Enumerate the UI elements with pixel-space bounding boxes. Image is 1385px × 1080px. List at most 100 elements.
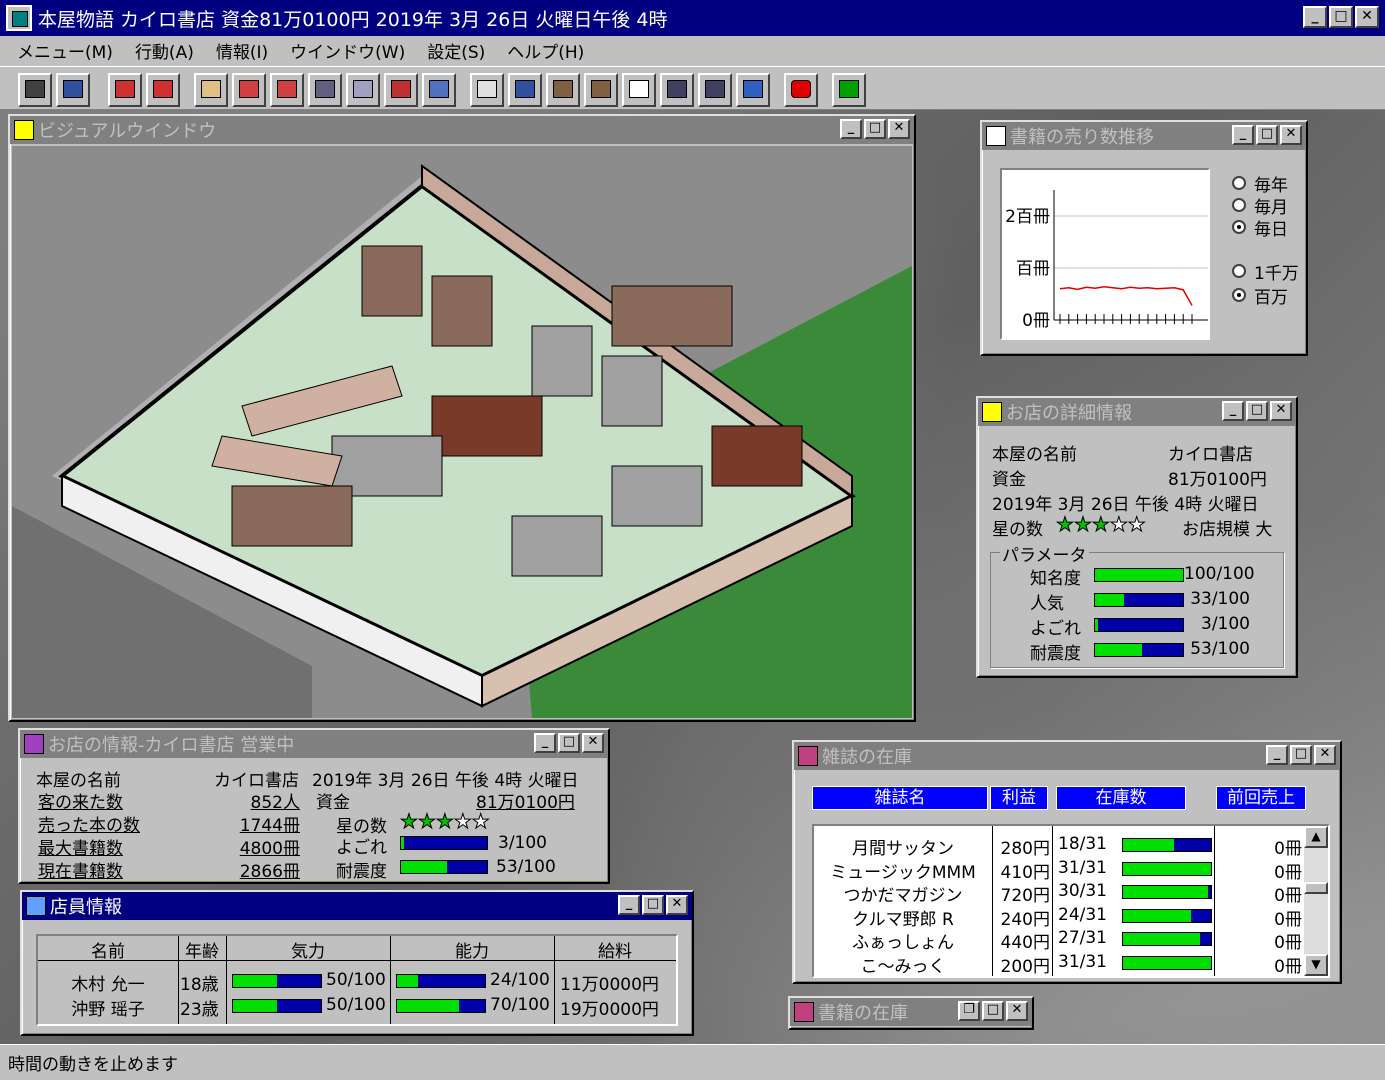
shop-info-titlebar[interactable]: お店の情報-カイロ書店 営業中 _ □ ✕ bbox=[20, 730, 608, 758]
radio-million[interactable] bbox=[1232, 288, 1246, 302]
radio-monthly[interactable] bbox=[1232, 198, 1246, 212]
stock-icon[interactable] bbox=[698, 73, 732, 107]
calendar-icon[interactable] bbox=[736, 73, 770, 107]
mag-header-stock[interactable]: 在庫数 bbox=[1056, 786, 1186, 810]
person-search-icon[interactable] bbox=[508, 73, 542, 107]
sales-chart-titlebar[interactable]: 書籍の売り数推移 _ □ ✕ bbox=[982, 122, 1306, 150]
search-icon[interactable] bbox=[470, 73, 504, 107]
maximize-icon[interactable]: □ bbox=[864, 119, 886, 139]
param-value: 100/100 bbox=[1184, 564, 1255, 584]
scroll-thumb[interactable] bbox=[1304, 882, 1328, 894]
staff-morale: 50/100 bbox=[326, 970, 386, 990]
star-filled-icon: ★ bbox=[1056, 512, 1075, 537]
staff-header-salary[interactable]: 給料 bbox=[554, 937, 676, 962]
radio-yearly[interactable] bbox=[1232, 176, 1246, 190]
star-empty-icon: ★ bbox=[1109, 512, 1128, 537]
radio-daily[interactable] bbox=[1232, 220, 1246, 234]
magazine-name[interactable]: ふぁっしょん bbox=[814, 928, 992, 953]
param-bar bbox=[1094, 568, 1184, 582]
hire-icon[interactable] bbox=[194, 73, 228, 107]
enter-icon[interactable] bbox=[108, 73, 142, 107]
staff-salary: 11万0000円 bbox=[560, 975, 659, 995]
mag-header-profit[interactable]: 利益 bbox=[990, 786, 1048, 810]
status-text: 時間の動きを止めます bbox=[8, 1055, 178, 1075]
maximize-icon[interactable]: □ bbox=[1290, 745, 1312, 765]
exit-icon[interactable] bbox=[146, 73, 180, 107]
restore-icon[interactable]: ❐ bbox=[958, 1001, 980, 1021]
magazine-titlebar[interactable]: 雑誌の在庫 _ □ ✕ bbox=[794, 742, 1340, 770]
help-icon[interactable] bbox=[832, 73, 866, 107]
staff-header-ability[interactable]: 能力 bbox=[390, 937, 554, 962]
magazine-stock-bar bbox=[1122, 838, 1212, 852]
scroll-up-icon[interactable]: ▲ bbox=[1304, 826, 1328, 848]
load-icon[interactable] bbox=[56, 73, 90, 107]
magazine-name[interactable]: ミュージックMMM bbox=[814, 858, 992, 883]
magazine-name[interactable]: つかだマガジン bbox=[814, 881, 992, 906]
menu-info[interactable]: 情報(I) bbox=[205, 38, 279, 63]
close-icon[interactable]: ✕ bbox=[1006, 1001, 1028, 1021]
save-icon[interactable] bbox=[18, 73, 52, 107]
info-row-label: 最大書籍数 bbox=[38, 839, 123, 859]
scroll-down-icon[interactable]: ▼ bbox=[1304, 954, 1328, 976]
magazine-stock-bar bbox=[1122, 932, 1212, 946]
shelf-icon[interactable] bbox=[422, 73, 456, 107]
maximize-icon[interactable]: □ bbox=[1256, 125, 1278, 145]
maximize-icon[interactable]: □ bbox=[558, 733, 580, 753]
close-icon[interactable]: ✕ bbox=[582, 733, 604, 753]
minimize-icon[interactable]: _ bbox=[1232, 125, 1254, 145]
maximize-icon[interactable]: □ bbox=[1329, 6, 1353, 28]
magazine-icon[interactable] bbox=[660, 73, 694, 107]
book-order-icon[interactable] bbox=[546, 73, 580, 107]
minimize-icon[interactable]: _ bbox=[618, 895, 640, 915]
stop-icon[interactable] bbox=[784, 73, 818, 107]
staff-header-name[interactable]: 名前 bbox=[38, 937, 178, 962]
close-icon[interactable]: ✕ bbox=[1270, 401, 1292, 421]
close-icon[interactable]: ✕ bbox=[1280, 125, 1302, 145]
magazine-name[interactable]: クルマ野郎 R bbox=[814, 905, 992, 930]
fire-icon[interactable] bbox=[270, 73, 304, 107]
close-icon[interactable]: ✕ bbox=[1355, 6, 1379, 28]
minimize-icon[interactable]: _ bbox=[1266, 745, 1288, 765]
isometric-store-view[interactable] bbox=[12, 146, 912, 718]
maximize-icon[interactable]: □ bbox=[642, 895, 664, 915]
staff-table: 名前 年齢 気力 能力 給料 木村 允一 18歳 50/100 24/100 11万00… bbox=[36, 934, 678, 1026]
minimize-icon[interactable]: _ bbox=[840, 119, 862, 139]
magazine-list: ▲ ▼ 月間サッタン 280円 18/31 0冊 ミュージックMMM 410円 31/31 0… bbox=[812, 824, 1330, 978]
magazine-name[interactable]: 月間サッタン bbox=[814, 834, 992, 859]
ranking-icon[interactable] bbox=[622, 73, 656, 107]
close-icon[interactable]: ✕ bbox=[1314, 745, 1336, 765]
minimize-icon[interactable]: _ bbox=[1303, 6, 1327, 28]
magazine-sales: 0冊 bbox=[1274, 956, 1302, 977]
staff-name[interactable]: 木村 允一 bbox=[38, 970, 178, 995]
magazine-name[interactable]: こ〜みっく bbox=[814, 952, 992, 977]
book-stock-titlebar[interactable]: 書籍の在庫 ❐ □ ✕ bbox=[790, 998, 1032, 1026]
close-icon[interactable]: ✕ bbox=[666, 895, 688, 915]
menu-action[interactable]: 行動(A) bbox=[124, 38, 205, 63]
visual-window-titlebar[interactable]: ビジュアルウインドウ _ □ ✕ bbox=[10, 116, 914, 144]
yen-icon bbox=[982, 402, 1002, 422]
staff-name[interactable]: 沖野 瑶子 bbox=[38, 995, 178, 1020]
menu-window[interactable]: ウインドウ(W) bbox=[279, 38, 416, 63]
menu-settings[interactable]: 設定(S) bbox=[416, 38, 496, 63]
maximize-icon[interactable]: □ bbox=[1246, 401, 1268, 421]
menu-main[interactable]: メニュー(M) bbox=[6, 38, 124, 63]
mag-header-sales[interactable]: 前回売上 bbox=[1216, 786, 1306, 810]
magazine-stock-window: 雑誌の在庫 _ □ ✕ 雑誌名 利益 在庫数 前回売上 ▲ ▼ 月間サッタン 28… bbox=[792, 740, 1342, 984]
maximize-icon[interactable]: □ bbox=[982, 1001, 1004, 1021]
minimize-icon[interactable]: _ bbox=[534, 733, 556, 753]
staff-header-age[interactable]: 年齢 bbox=[178, 937, 226, 962]
magazine-scrollbar[interactable]: ▲ ▼ bbox=[1304, 826, 1328, 976]
book-return-icon[interactable] bbox=[584, 73, 618, 107]
radio-ten-million[interactable] bbox=[1232, 264, 1246, 278]
register-icon[interactable] bbox=[308, 73, 342, 107]
build-icon[interactable] bbox=[346, 73, 380, 107]
shop-detail-titlebar[interactable]: お店の詳細情報 _ □ ✕ bbox=[978, 398, 1296, 426]
staff-move-icon[interactable] bbox=[232, 73, 266, 107]
demolish-icon[interactable] bbox=[384, 73, 418, 107]
staff-titlebar[interactable]: 店員情報 _ □ ✕ bbox=[22, 892, 692, 920]
menu-help[interactable]: ヘルプ(H) bbox=[496, 38, 595, 63]
staff-header-morale[interactable]: 気力 bbox=[226, 937, 390, 962]
minimize-icon[interactable]: _ bbox=[1222, 401, 1244, 421]
close-icon[interactable]: ✕ bbox=[888, 119, 910, 139]
mag-header-name[interactable]: 雑誌名 bbox=[812, 786, 988, 810]
